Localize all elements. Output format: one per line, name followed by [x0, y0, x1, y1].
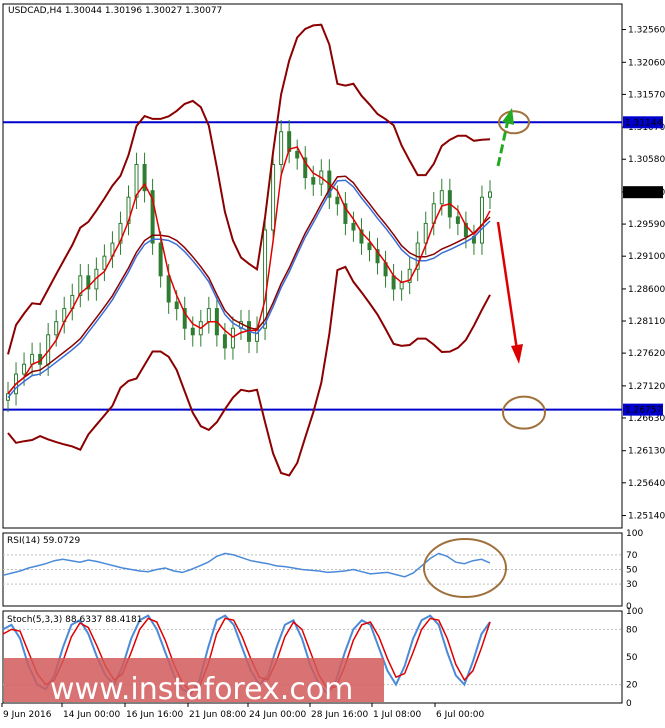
- level-label: 1.31144: [625, 118, 662, 128]
- time-tick-label: 21 Jun 08:00: [189, 710, 246, 720]
- stoch-tick-label: 20: [626, 681, 638, 691]
- candle-body: [271, 163, 276, 231]
- candle-body: [335, 196, 340, 205]
- candle-body: [295, 150, 300, 159]
- price-tick-label: 1.25640: [628, 479, 665, 489]
- time-tick-label: 24 Jun 00:00: [249, 710, 306, 720]
- time-tick-label: 16 Jun 16:00: [126, 710, 183, 720]
- stoch-tick-label: 0: [626, 699, 632, 709]
- candle-body: [30, 353, 35, 365]
- level-label: 1.26757: [625, 406, 662, 416]
- stoch-tick-label: 50: [626, 653, 638, 663]
- main-chart-title: USDCAD,H4 1.30044 1.30196 1.30027 1.3007…: [8, 6, 222, 16]
- candle-body: [166, 275, 171, 303]
- price-tick-label: 1.27120: [628, 382, 665, 392]
- rsi-tick-label: 30: [626, 580, 638, 590]
- price-tick-label: 1.29590: [628, 220, 665, 230]
- candle-body: [351, 222, 356, 231]
- rsi-tick-label: 70: [626, 551, 638, 561]
- candle-body: [22, 363, 27, 375]
- price-tick-label: 1.26130: [628, 447, 665, 457]
- candle-body: [102, 255, 107, 270]
- price-tick-label: 1.29100: [628, 252, 665, 262]
- price-tick-label: 1.30580: [628, 155, 665, 165]
- price-axis: 1.325601.320601.315701.310701.305801.300…: [622, 26, 665, 522]
- price-tick-label: 1.27620: [628, 349, 665, 359]
- candle-body: [158, 242, 163, 277]
- price-tick-label: 1.32060: [628, 58, 665, 68]
- rsi-tick-label: 50: [626, 566, 638, 576]
- chart-window: 1.325601.320601.315701.310701.305801.300…: [0, 0, 665, 724]
- candle-body: [391, 275, 396, 290]
- candle-body: [279, 131, 284, 165]
- candle-body: [455, 216, 460, 224]
- rsi-title: RSI(14) 59.0729: [7, 536, 80, 546]
- candle-body: [439, 190, 444, 205]
- main-panel: [2, 3, 623, 529]
- candle-body: [399, 281, 404, 290]
- current-price-label: 1.30077: [625, 188, 662, 198]
- candle-body: [423, 222, 428, 244]
- watermark-text: www.instaforex.com: [50, 672, 353, 707]
- time-tick-label: 28 Jun 16:00: [311, 710, 368, 720]
- stoch-title: Stoch(5,3,3) 88.6337 88.4181: [7, 615, 142, 625]
- candle-body: [54, 321, 59, 336]
- candle-body: [230, 327, 235, 349]
- price-tick-label: 1.32560: [628, 26, 665, 36]
- time-tick-label: 6 Jul 00:00: [436, 710, 485, 720]
- time-tick-label: 14 Jun 00:00: [63, 710, 120, 720]
- price-tick-label: 1.25140: [628, 512, 665, 522]
- chart-canvas: 1.325601.320601.315701.310701.305801.300…: [1, 3, 665, 720]
- candle-body: [190, 327, 195, 336]
- stoch-tick-label: 80: [626, 625, 638, 635]
- candle-body: [488, 191, 492, 198]
- time-tick-label: 1 Jul 08:00: [373, 710, 422, 720]
- time-tick-label: 9 Jun 2016: [3, 710, 52, 720]
- price-tick-label: 1.31570: [628, 90, 665, 100]
- candle-body: [206, 308, 211, 323]
- price-tick-label: 1.28110: [628, 317, 665, 327]
- candle-body: [174, 301, 179, 310]
- candle-body: [367, 242, 372, 251]
- price-tick-label: 1.28600: [628, 285, 665, 295]
- candle-body: [263, 229, 268, 329]
- candle-body: [479, 196, 484, 244]
- candle-body: [311, 177, 316, 185]
- stoch-tick-label: 100: [626, 607, 643, 617]
- candle-body: [222, 334, 227, 349]
- rsi-tick-label: 100: [626, 529, 643, 539]
